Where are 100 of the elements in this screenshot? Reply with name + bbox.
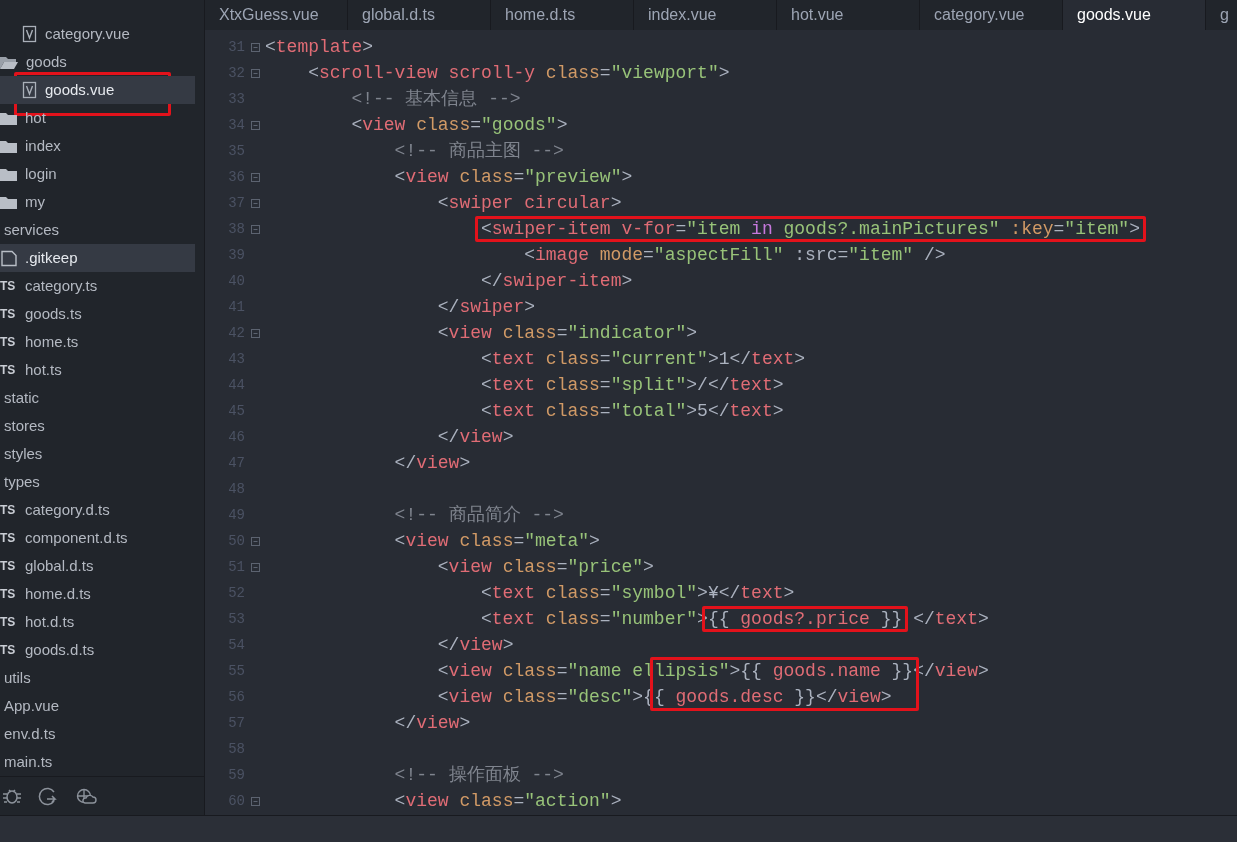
file-tree-item[interactable]: category.vue: [0, 20, 195, 48]
open-folder-icon: [0, 54, 18, 70]
fold-icon[interactable]: [250, 796, 260, 806]
file-name: goods.ts: [25, 303, 82, 324]
file-name: App.vue: [4, 695, 60, 716]
file-tree-item[interactable]: TS hot.ts: [0, 356, 195, 384]
code-line: <template>: [265, 36, 374, 59]
code-line: <swiper circular>: [437, 192, 622, 215]
ts-file-icon: TS: [0, 529, 17, 547]
file-tree-item[interactable]: TS home.d.ts: [0, 580, 195, 608]
fold-icon[interactable]: [250, 68, 260, 78]
file-tree-item[interactable]: stores: [0, 412, 195, 440]
file-name: hot.d.ts: [25, 611, 75, 632]
fold-icon[interactable]: [250, 172, 260, 182]
file-tree-item[interactable]: utils: [0, 664, 195, 692]
code-line: </view>: [437, 634, 514, 657]
file-tree-item[interactable]: TS component.d.ts: [0, 524, 195, 552]
file-name: hot.ts: [25, 359, 62, 380]
fold-icon[interactable]: [250, 536, 260, 546]
code-line: <!-- 商品主图 -->: [394, 140, 564, 163]
file-tree-item[interactable]: TS category.d.ts: [0, 496, 195, 524]
ts-file-icon: TS: [0, 613, 17, 631]
file-name: static: [4, 387, 39, 408]
file-name: goods: [26, 51, 67, 72]
code-line: <text class="symbol">¥</text>: [481, 582, 795, 605]
file-name: my: [25, 191, 45, 212]
file-name: goods.d.ts: [25, 639, 95, 660]
file-tree-item[interactable]: login: [0, 160, 195, 188]
file-name: env.d.ts: [4, 723, 56, 744]
file-name: home.d.ts: [25, 583, 91, 604]
code-line: </view>: [437, 426, 514, 449]
file-name: stores: [4, 415, 45, 436]
ts-file-icon: TS: [0, 585, 17, 603]
fold-icon[interactable]: [250, 42, 260, 52]
file-tree-item[interactable]: TS home.ts: [0, 328, 195, 356]
file-tree-item[interactable]: my: [0, 188, 195, 216]
file-name: .gitkeep: [25, 247, 78, 268]
code-line: <view class="goods">: [351, 114, 568, 137]
file-name: types: [4, 471, 40, 492]
code-line: <image mode="aspectFill" :src="item" />: [524, 244, 946, 267]
file-name: services: [4, 219, 59, 240]
file-icon: [0, 249, 17, 267]
file-tree-item[interactable]: TS hot.d.ts: [0, 608, 195, 636]
file-name: index: [25, 135, 61, 156]
file-name: category.vue: [45, 23, 130, 44]
code-line: </swiper-item>: [481, 270, 633, 293]
file-name: login: [25, 163, 57, 184]
file-tree-item[interactable]: TS goods.ts: [0, 300, 195, 328]
code-line: <view class="meta">: [394, 530, 600, 553]
ts-file-icon: TS: [0, 641, 17, 659]
fold-icon[interactable]: [250, 562, 260, 572]
file-tree-item[interactable]: .gitkeep: [0, 244, 195, 272]
ts-file-icon: TS: [0, 501, 17, 519]
file-name: category.d.ts: [25, 499, 110, 520]
fold-icon[interactable]: [250, 198, 260, 208]
code-line: <view class="indicator">: [437, 322, 698, 345]
ts-file-icon: TS: [0, 333, 17, 351]
file-tree-item[interactable]: index: [0, 132, 195, 160]
file-tree-item[interactable]: App.vue: [0, 692, 195, 720]
ts-file-icon: TS: [0, 277, 17, 295]
fold-icon[interactable]: [250, 224, 260, 234]
file-tree-item[interactable]: static: [0, 384, 195, 412]
file-name: global.d.ts: [25, 555, 94, 576]
vue-file-icon: [22, 25, 37, 43]
file-tree-item[interactable]: styles: [0, 440, 195, 468]
file-tree-item[interactable]: TS goods.d.ts: [0, 636, 195, 664]
file-tree-item[interactable]: services: [0, 216, 195, 244]
file-tree-item[interactable]: types: [0, 468, 195, 496]
file-tree-item[interactable]: TS category.ts: [0, 272, 195, 300]
code-line: </swiper>: [437, 296, 536, 319]
file-tree-item[interactable]: goods.vue: [0, 76, 195, 104]
code-line: </view>: [394, 452, 471, 475]
folder-icon: [0, 194, 17, 210]
file-name: goods.vue: [45, 79, 115, 100]
sync-icon[interactable]: [38, 786, 60, 806]
code-line: </view>: [815, 686, 892, 709]
highlighted-code: { goods.desc }}: [653, 686, 816, 709]
fold-icon[interactable]: [250, 328, 260, 338]
code-line: <text class="total">5</text>: [481, 400, 784, 423]
file-tree-item[interactable]: TS global.d.ts: [0, 552, 195, 580]
folder-icon: [0, 138, 17, 154]
file-name: main.ts: [4, 751, 53, 772]
file-tree-item[interactable]: env.d.ts: [0, 720, 195, 748]
code-line: </view>: [394, 712, 471, 735]
highlighted-code: <swiper-item v-for="item in goods?.mainPictures" :key="item">: [475, 216, 1146, 242]
ts-file-icon: TS: [0, 361, 17, 379]
file-tree-item[interactable]: main.ts: [0, 748, 195, 776]
bug-icon[interactable]: [2, 786, 22, 806]
editor-tab[interactable]: goods.vue: [1063, 0, 1206, 30]
file-tree-item[interactable]: goods: [0, 48, 195, 76]
file-name: utils: [4, 667, 31, 688]
code-line: <!-- 商品简介 -->: [394, 504, 564, 527]
vue-file-icon: [22, 81, 37, 99]
globe-cloud-icon[interactable]: [76, 787, 97, 805]
code-line: <text class="current">1</text>: [481, 348, 806, 371]
folder-icon: [0, 166, 17, 182]
fold-icon[interactable]: [250, 120, 260, 130]
file-name: component.d.ts: [25, 527, 128, 548]
ts-file-icon: TS: [0, 557, 17, 575]
code-line: <!-- 基本信息 -->: [351, 88, 521, 111]
